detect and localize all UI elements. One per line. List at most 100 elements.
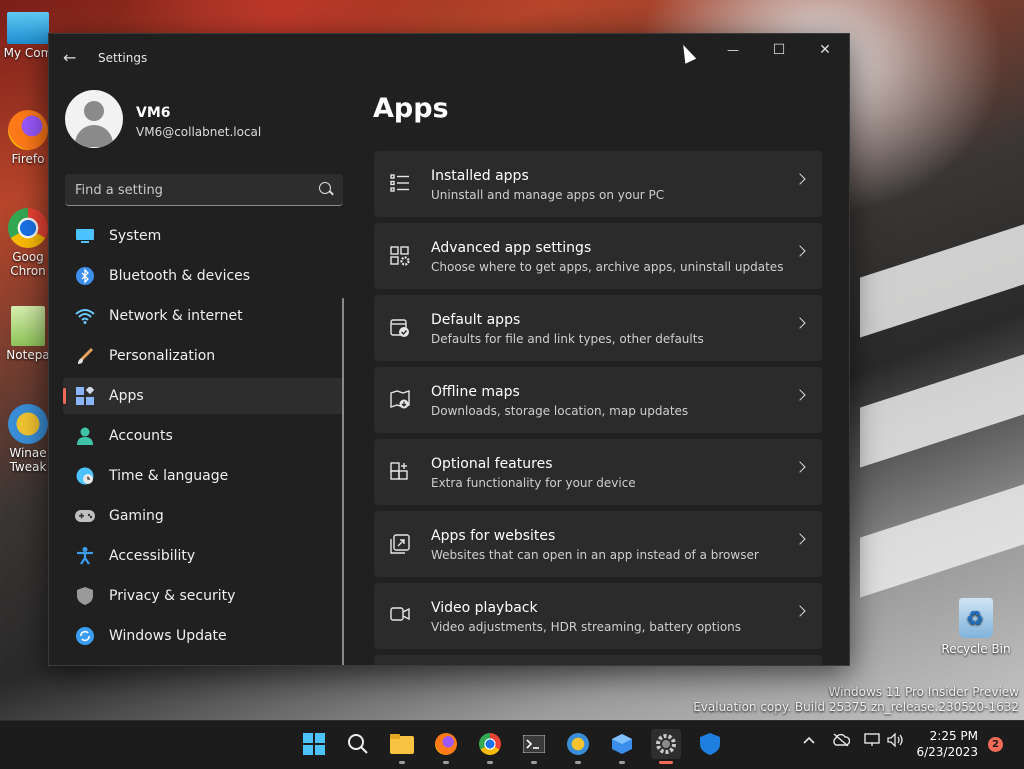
card-installed-apps[interactable]: Installed apps Uninstall and manage apps …	[374, 151, 822, 217]
app-installer-icon[interactable]	[607, 729, 637, 764]
card-partial[interactable]	[374, 655, 822, 665]
background-stripe	[860, 482, 1024, 598]
sidebar-item-label: Personalization	[109, 348, 216, 364]
desktop-icon-label: My Com	[3, 46, 53, 60]
card-subtitle: Choose where to get apps, archive apps, …	[431, 260, 784, 274]
card-optional-features[interactable]: Optional features Extra functionality for…	[374, 439, 822, 505]
mouse-cursor-icon	[677, 42, 697, 64]
sidebar-item-apps[interactable]: Apps	[63, 378, 343, 414]
sidebar-item-label: Accessibility	[109, 548, 196, 564]
card-title: Optional features	[431, 456, 553, 472]
brush-icon	[75, 346, 95, 366]
person-icon	[75, 426, 95, 446]
firefox-logo-icon	[435, 733, 457, 755]
card-subtitle: Websites that can open in an app instead…	[431, 548, 759, 562]
desktop-icon-recycle-bin[interactable]: Recycle Bin	[940, 598, 1012, 656]
winaero-taskbar-icon[interactable]	[563, 729, 593, 764]
recycle-bin-icon	[959, 598, 993, 638]
background-stripe	[860, 352, 1024, 468]
chrome-icon	[8, 208, 48, 248]
main-content: Apps Installed apps Uninstall and manage …	[373, 82, 849, 665]
chrome-logo-icon	[479, 733, 501, 755]
chrome-taskbar-icon[interactable]	[475, 729, 505, 764]
card-title: Installed apps	[431, 168, 529, 184]
sidebar-scrollbar[interactable]	[342, 298, 344, 665]
user-avatar[interactable]	[65, 90, 123, 148]
user-email: VM6@collabnet.local	[136, 125, 262, 139]
user-name: VM6	[136, 105, 171, 121]
card-subtitle: Uninstall and manage apps on your PC	[431, 188, 665, 202]
sidebar-item-accessibility[interactable]: Accessibility	[63, 538, 343, 574]
sidebar-item-time-language[interactable]: Time & language	[63, 458, 343, 494]
search-box[interactable]	[65, 174, 343, 206]
sidebar-item-accounts[interactable]: Accounts	[63, 418, 343, 454]
sidebar-item-bluetooth-devices[interactable]: Bluetooth & devices	[63, 258, 343, 294]
card-title: Offline maps	[431, 384, 520, 400]
sidebar-item-system[interactable]: System	[63, 218, 343, 254]
settings-taskbar-icon[interactable]	[651, 729, 681, 764]
title-bar[interactable]: ← Settings — ☐ ✕	[49, 34, 849, 82]
chevron-right-icon	[794, 173, 806, 185]
sidebar-item-label: Network & internet	[109, 308, 243, 324]
sidebar-item-network-internet[interactable]: Network & internet	[63, 298, 343, 334]
show-hidden-icons-chevron-icon[interactable]	[802, 733, 816, 751]
security-taskbar-icon[interactable]	[695, 729, 725, 759]
card-title: Apps for websites	[431, 528, 556, 544]
video-icon	[390, 606, 410, 626]
search-input[interactable]	[65, 174, 307, 206]
desktop-icon-label: Firefo	[11, 152, 45, 166]
network-icon[interactable]	[864, 733, 882, 751]
firefox-taskbar-icon[interactable]	[431, 729, 461, 764]
sidebar: VM6 VM6@collabnet.local System Bluetooth …	[49, 82, 359, 665]
sidebar-item-label: Bluetooth & devices	[109, 268, 251, 284]
taskbar-search-icon[interactable]	[343, 729, 373, 759]
settings-window: ← Settings — ☐ ✕ VM6 VM6@collabnet.local…	[48, 33, 850, 666]
window-title: Settings	[98, 51, 148, 65]
clock-date: 6/23/2023	[916, 745, 978, 759]
clock[interactable]: 2:25 PM 6/23/2023	[912, 728, 978, 760]
list-icon	[390, 174, 410, 194]
winaero-logo-icon	[567, 733, 589, 755]
onedrive-cloud-icon[interactable]	[832, 733, 851, 751]
card-video-playback[interactable]: Video playback Video adjustments, HDR str…	[374, 583, 822, 649]
winaero-icon	[8, 404, 48, 444]
update-icon	[75, 626, 95, 646]
file-explorer-icon[interactable]	[387, 729, 417, 764]
background-stripe	[860, 222, 1024, 338]
card-subtitle: Defaults for file and link types, other …	[431, 332, 704, 346]
chevron-right-icon	[794, 605, 806, 617]
search-icon[interactable]	[319, 182, 331, 194]
chevron-right-icon	[794, 245, 806, 257]
sidebar-item-gaming[interactable]: Gaming	[63, 498, 343, 534]
map-icon	[390, 390, 410, 410]
card-title: Video playback	[431, 600, 538, 616]
back-arrow-icon[interactable]: ←	[63, 48, 81, 67]
monitor-icon	[75, 226, 95, 246]
globe-clock-icon	[75, 466, 95, 486]
bluetooth-icon	[75, 266, 95, 286]
notification-badge[interactable]: 2	[988, 737, 1003, 752]
minimize-button[interactable]: —	[710, 34, 756, 66]
nav-list: System Bluetooth & devices Network & inter…	[63, 218, 343, 658]
close-button[interactable]: ✕	[802, 34, 848, 66]
sidebar-item-label: Gaming	[109, 508, 164, 524]
volume-icon[interactable]	[887, 732, 905, 751]
start-icon[interactable]	[299, 729, 329, 759]
notepad-icon	[11, 306, 45, 346]
chevron-right-icon	[794, 461, 806, 473]
sidebar-item-privacy-security[interactable]: Privacy & security	[63, 578, 343, 614]
chevron-right-icon	[794, 317, 806, 329]
card-advanced-app-settings[interactable]: Advanced app settings Choose where to get…	[374, 223, 822, 289]
maximize-button[interactable]: ☐	[756, 34, 802, 66]
card-default-apps[interactable]: Default apps Defaults for file and link t…	[374, 295, 822, 361]
terminal-icon[interactable]	[519, 729, 549, 764]
sidebar-item-windows-update[interactable]: Windows Update	[63, 618, 343, 654]
card-apps-for-websites[interactable]: Apps for websites Websites that can open …	[374, 511, 822, 577]
card-offline-maps[interactable]: Offline maps Downloads, storage location,…	[374, 367, 822, 433]
sidebar-item-label: System	[109, 228, 162, 244]
sidebar-item-personalization[interactable]: Personalization	[63, 338, 343, 374]
page-title: Apps	[373, 93, 449, 124]
card-subtitle: Downloads, storage location, map updates	[431, 404, 689, 418]
watermark-line: Evaluation copy. Build 25375.zn_release.…	[693, 700, 1019, 714]
sidebar-item-label: Windows Update	[109, 628, 227, 644]
